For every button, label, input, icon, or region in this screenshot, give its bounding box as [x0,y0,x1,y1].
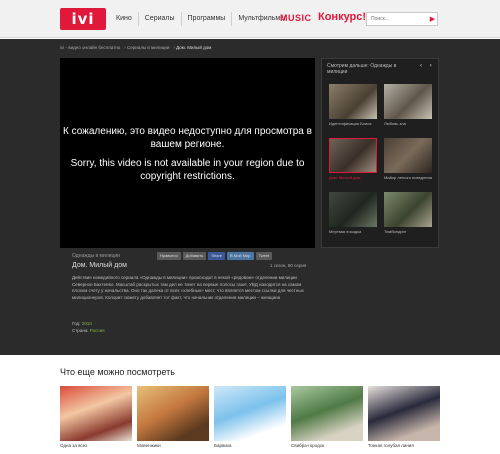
breadcrumb-series[interactable]: Сериалы в милиции [127,45,169,50]
unavailable-message-ru: К сожалению, это видео недоступно для пр… [63,126,312,150]
tweet-button[interactable]: Tweet [255,252,273,260]
breadcrumb: ivi - видео онлайн бесплатно › Сериалы в … [60,45,212,50]
add-button[interactable]: Добавить [182,252,207,260]
episode-thumbnail[interactable] [384,84,432,119]
recommendations-title: Что еще можно посмотреть [60,367,175,377]
nav-series[interactable]: Сериалы [139,12,182,26]
country-label: Страна: [72,328,89,333]
recommendation-thumbnail[interactable] [214,386,286,441]
episode-thumbnail[interactable] [384,192,432,227]
recommendation-caption[interactable]: Одна за всех [60,443,87,448]
nav-movies[interactable]: Кино [110,12,139,26]
episode-caption[interactable]: Любовь зла [384,121,439,126]
season-episode: 1 сезон, 80 серия [270,263,307,268]
episode-thumbnail[interactable] [329,192,377,227]
breadcrumb-home[interactable]: ivi - видео онлайн бесплатно [60,45,120,50]
facebook-share-button[interactable]: Share [208,252,226,260]
search-arrow-icon[interactable]: ▶ [428,13,437,25]
ivi-logo[interactable]: ivi [60,8,106,30]
episode-caption[interactable]: Тимбилдинг [384,229,439,234]
episode-caption[interactable]: Дом. Милый дом [329,175,384,180]
next-episodes-header: Смотрим дальше: Однажды в милиции [327,63,397,75]
year-row: Год: 2010 [72,321,92,326]
episode-caption[interactable]: Мертвая посадка [329,229,384,234]
share-buttons: Нравится Добавить Share В Мой Мир Tweet [157,252,273,260]
series-title[interactable]: Однажды в милиции [72,253,120,259]
episode-thumbnail[interactable] [384,138,432,173]
moimir-share-button[interactable]: В Мой Мир [227,252,254,260]
recommendation-caption[interactable]: Тонкая голубая линия [368,443,414,448]
country-row: Страна: Россия [72,328,105,333]
recommendation-caption[interactable]: Барвиха [214,443,232,448]
main-nav: Кино Сериалы Программы Мультфильмы [110,8,291,30]
country-value[interactable]: Россия [90,328,105,333]
episode-thumbnail[interactable] [329,138,377,173]
recommendation-thumbnail[interactable] [368,386,440,441]
unavailable-message-en: Sorry, this video is not available in yo… [70,158,305,182]
like-button[interactable]: Нравится [157,252,181,260]
year-value[interactable]: 2010 [82,321,92,326]
recommendation-thumbnail[interactable] [137,386,209,441]
breadcrumb-current: Дом. Милый дом [176,45,212,50]
video-player[interactable] [60,58,315,248]
episode-description: Действие комедийного сериала «Однажды в … [72,275,304,300]
episode-title: Дом. Милый дом [72,262,127,269]
recommendation-caption[interactable]: Свибра-городок [291,443,324,448]
contest-link[interactable]: Конкурс! [318,11,366,23]
recommendation-caption[interactable]: Мовенжики [137,443,161,448]
carousel-arrows-icon[interactable]: ‹ › [420,63,435,69]
logo-text: ivi [71,10,95,28]
episode-caption[interactable]: Майор легкого поведения [384,175,439,180]
episode-caption[interactable]: Идентификация Блиса [329,121,384,126]
music-link[interactable]: MUSIC [280,13,312,23]
year-label: Год: [72,321,81,326]
episode-thumbnail[interactable] [329,84,377,119]
recommendation-thumbnail[interactable] [60,386,132,441]
recommendation-thumbnail[interactable] [291,386,363,441]
nav-programs[interactable]: Программы [182,12,233,26]
